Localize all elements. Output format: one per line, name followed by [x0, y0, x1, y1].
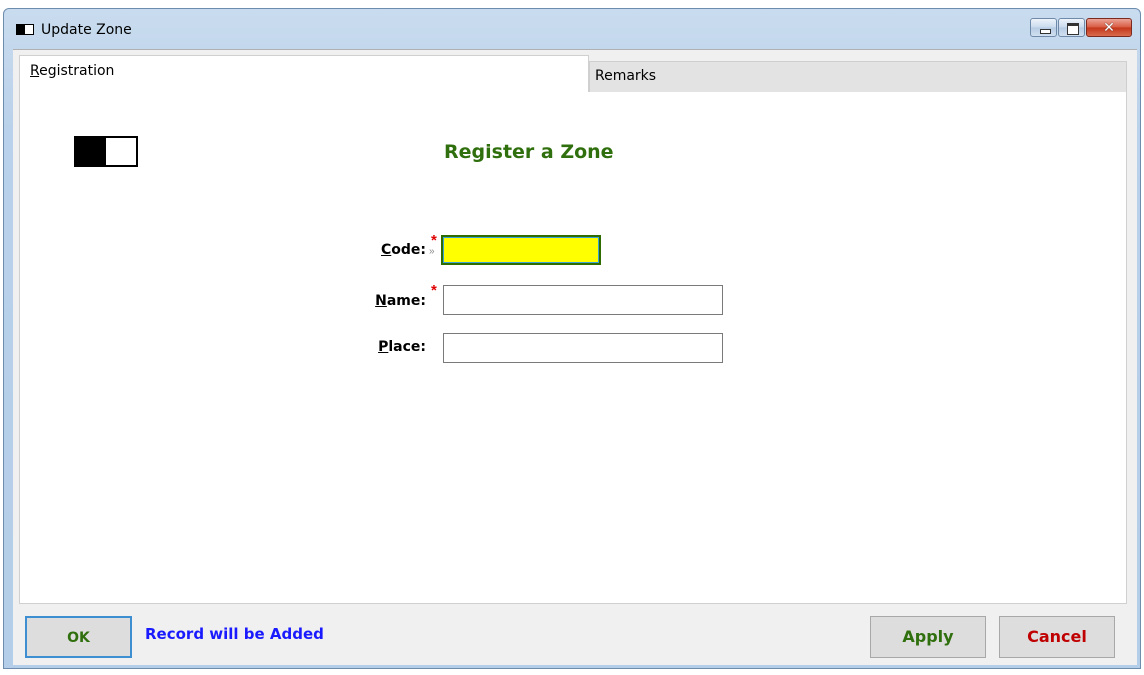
tab-remarks-label: Remarks: [595, 68, 657, 84]
button-bar: OK Record will be Added Apply Cancel: [13, 606, 1137, 666]
tab-strip: Registration Remarks: [13, 50, 1127, 95]
name-required-marker: *: [431, 282, 437, 299]
caption-buttons: ✕: [1029, 18, 1132, 37]
place-label: Place:: [378, 339, 426, 355]
close-icon: ✕: [1103, 20, 1115, 36]
close-button[interactable]: ✕: [1086, 18, 1132, 37]
maximize-button[interactable]: [1058, 18, 1085, 37]
tab-registration[interactable]: Registration: [19, 55, 589, 92]
window-app-icon[interactable]: [16, 24, 34, 35]
window-title: Update Zone: [41, 22, 132, 38]
app-logo-icon: [74, 136, 138, 167]
minimize-button[interactable]: [1030, 18, 1057, 37]
place-input[interactable]: [443, 333, 723, 363]
name-input[interactable]: [443, 285, 723, 315]
apply-button[interactable]: Apply: [870, 616, 986, 658]
status-text: Record will be Added: [145, 625, 324, 643]
cancel-button[interactable]: Cancel: [999, 616, 1115, 658]
code-input[interactable]: [441, 235, 601, 265]
client-area: Registration Remarks Register a Zone Cod…: [13, 49, 1137, 665]
tab-registration-label: Registration: [30, 63, 115, 79]
registration-panel: Register a Zone Code: * » Name: * Place:: [19, 92, 1127, 604]
name-label: Name:: [375, 293, 426, 309]
focus-indicator-icon: »: [429, 246, 435, 257]
tab-remarks[interactable]: Remarks: [589, 61, 1127, 92]
title-bar[interactable]: Update Zone ✕: [4, 9, 1140, 51]
ok-button[interactable]: OK: [25, 616, 132, 658]
form-title: Register a Zone: [444, 141, 614, 163]
code-label: Code:: [380, 242, 426, 258]
